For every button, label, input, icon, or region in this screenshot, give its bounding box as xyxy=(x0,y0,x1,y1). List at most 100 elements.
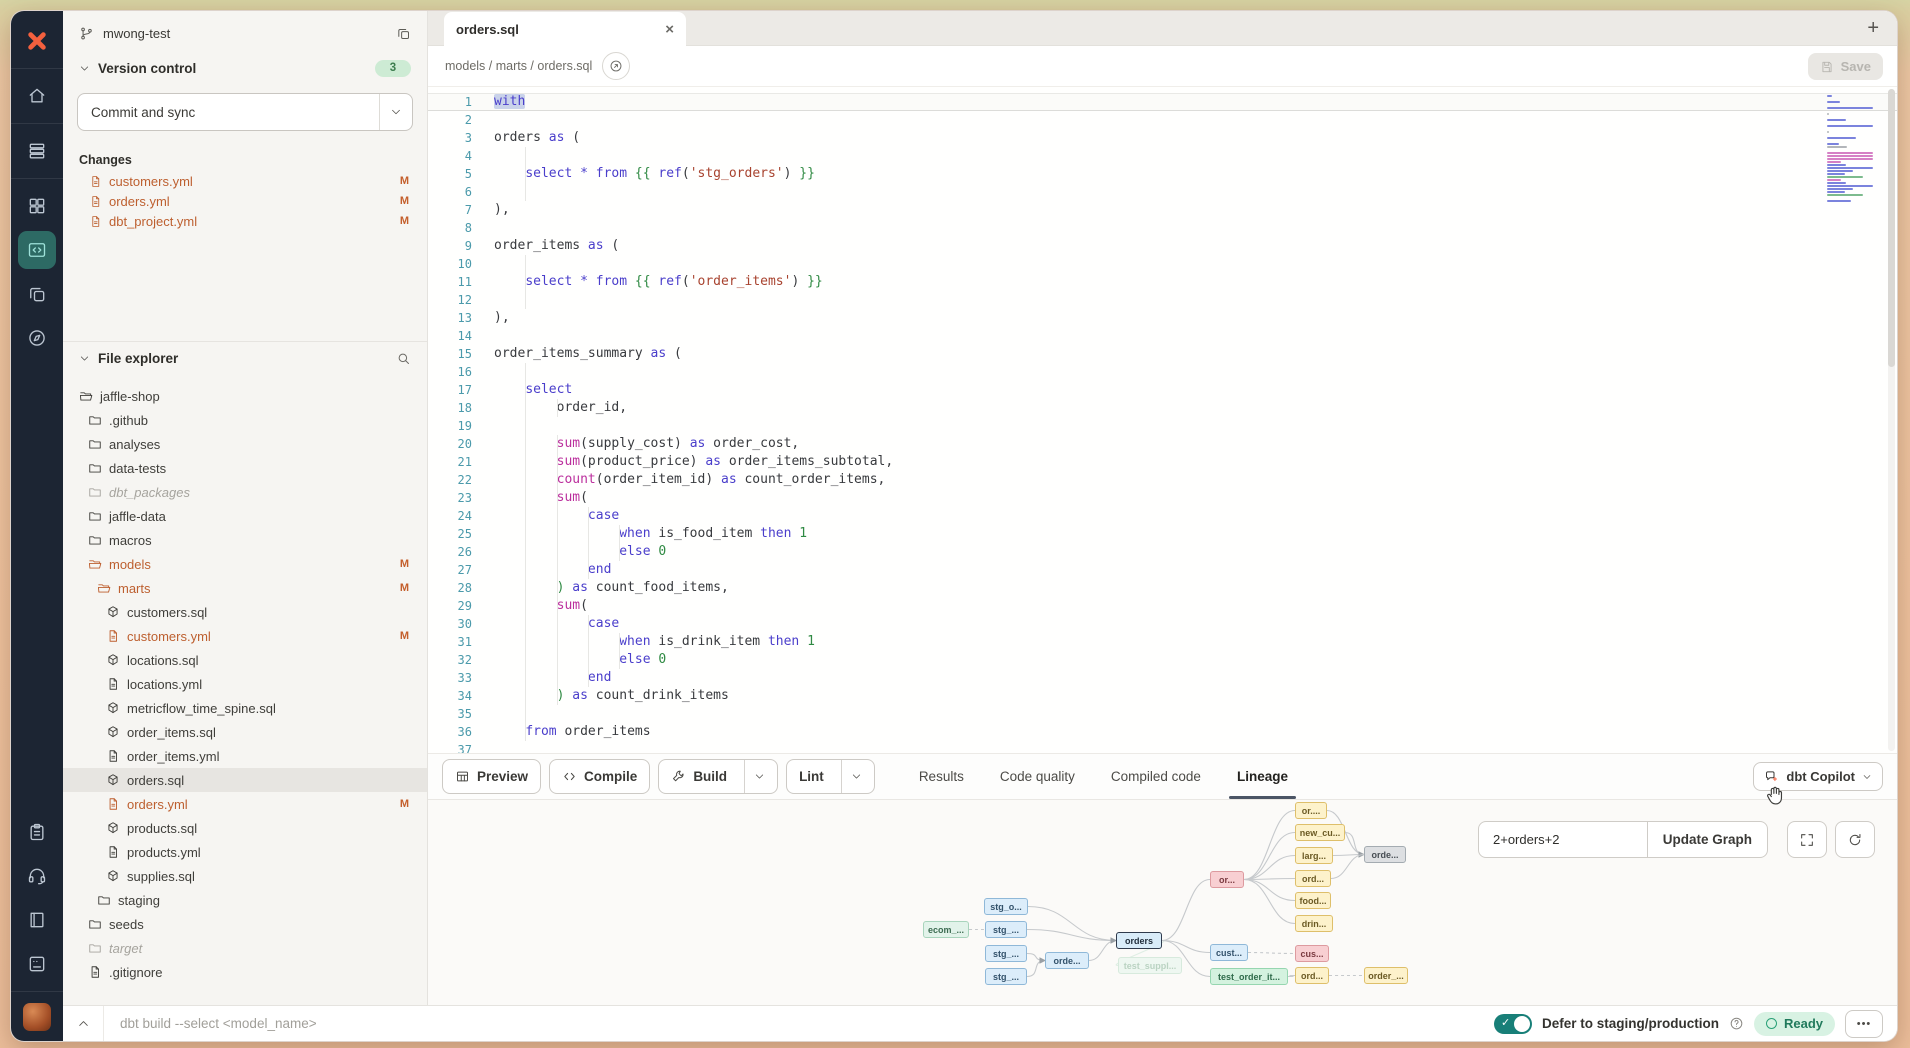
scrollbar-thumb[interactable] xyxy=(1888,89,1895,367)
version-control-header[interactable]: Version control 3 xyxy=(63,55,427,81)
rail-item-explore[interactable] xyxy=(18,319,56,357)
file-row-data-tests[interactable]: data-tests xyxy=(63,456,427,480)
user-avatar[interactable] xyxy=(23,1003,51,1031)
more-options-button[interactable]: ••• xyxy=(1845,1010,1883,1038)
lineage-node-ordeg[interactable]: orde... xyxy=(1364,846,1406,863)
changed-file-row[interactable]: customers.ymlM xyxy=(63,171,427,191)
file-label: jaffle-data xyxy=(109,509,166,524)
expand-command-bar-button[interactable] xyxy=(63,1006,104,1041)
file-row-supplies.sql[interactable]: supplies.sql xyxy=(63,864,427,888)
lint-dropdown[interactable] xyxy=(841,760,862,793)
build-dropdown[interactable] xyxy=(744,760,765,793)
lineage-node-ordeb[interactable]: orde... xyxy=(1045,952,1089,969)
lineage-node-stg1[interactable]: stg_o... xyxy=(984,898,1028,915)
file-row-locations.sql[interactable]: locations.sql xyxy=(63,648,427,672)
lineage-node-y1[interactable]: or.... xyxy=(1295,802,1327,819)
lineage-node-cusp[interactable]: cus... xyxy=(1295,945,1329,962)
file-row-order_items.sql[interactable]: order_items.sql xyxy=(63,720,427,744)
preview-button[interactable]: Preview xyxy=(442,759,541,794)
lineage-node-ordy[interactable]: ord... xyxy=(1295,967,1329,984)
compile-button[interactable]: Compile xyxy=(549,759,650,794)
tab-compiled-code[interactable]: Compiled code xyxy=(1111,754,1201,799)
rail-item-support[interactable] xyxy=(18,857,56,895)
minimap[interactable] xyxy=(1827,95,1881,206)
lineage-node-ordy2[interactable]: order_... xyxy=(1364,967,1408,984)
file-row-customers.sql[interactable]: customers.sql xyxy=(63,600,427,624)
file-row-jaffle-shop[interactable]: jaffle-shop xyxy=(63,384,427,408)
file-row-seeds[interactable]: seeds xyxy=(63,912,427,936)
code-editor[interactable]: 1with23orders as (45 select * from {{ re… xyxy=(428,86,1897,753)
update-graph-button[interactable]: Update Graph xyxy=(1647,822,1767,857)
rail-item-docs[interactable] xyxy=(18,901,56,939)
file-row-staging[interactable]: staging xyxy=(63,888,427,912)
command-input[interactable]: dbt build --select <model_name> xyxy=(104,1016,317,1031)
lineage-node-y6[interactable]: drin... xyxy=(1295,915,1333,932)
rail-item-dbt-logo[interactable] xyxy=(18,22,56,60)
lineage-panel[interactable]: ecom_...stg_o...stg_...stg_...stg_...ord… xyxy=(428,799,1897,1005)
rail-item-home[interactable] xyxy=(18,77,56,115)
defer-toggle[interactable]: ✓ xyxy=(1494,1014,1532,1034)
file-row-.github[interactable]: .github xyxy=(63,408,427,432)
rail-item-tasks[interactable] xyxy=(18,813,56,851)
lineage-node-stg2[interactable]: stg_... xyxy=(985,921,1027,938)
file-row-models[interactable]: modelsM xyxy=(63,552,427,576)
file-row-products.yml[interactable]: products.yml xyxy=(63,840,427,864)
lineage-node-stg3[interactable]: stg_... xyxy=(985,945,1027,962)
lineage-node-orp[interactable]: or... xyxy=(1210,871,1244,888)
changed-file-row[interactable]: dbt_project.ymlM xyxy=(63,211,427,231)
tab-code-quality[interactable]: Code quality xyxy=(1000,754,1075,799)
lineage-node-y4[interactable]: ord... xyxy=(1295,870,1331,887)
lineage-node-stg4[interactable]: stg_... xyxy=(985,968,1027,985)
lineage-node-orders[interactable]: orders xyxy=(1116,932,1162,949)
lineage-node-tord[interactable]: test_order_it... xyxy=(1210,968,1288,985)
file-row-.gitignore[interactable]: .gitignore xyxy=(63,960,427,984)
file-row-products.sql[interactable]: products.sql xyxy=(63,816,427,840)
lint-button[interactable]: Lint xyxy=(786,759,875,794)
file-row-metricflow_time_spine.sql[interactable]: metricflow_time_spine.sql xyxy=(63,696,427,720)
code-token xyxy=(494,724,525,739)
fullscreen-button[interactable] xyxy=(1787,821,1827,858)
rail-item-ide[interactable] xyxy=(18,231,56,269)
file-row-orders.sql[interactable]: orders.sql xyxy=(63,768,427,792)
rail-item-changelog[interactable] xyxy=(18,945,56,983)
file-row-dbt_packages[interactable]: dbt_packages xyxy=(63,480,427,504)
lineage-node-ghost[interactable]: test_suppl... xyxy=(1118,957,1182,974)
tab-results[interactable]: Results xyxy=(919,754,964,799)
rail-item-environments[interactable] xyxy=(18,132,56,170)
close-icon[interactable]: × xyxy=(665,22,674,37)
refresh-button[interactable] xyxy=(1835,821,1875,858)
lineage-node-y2[interactable]: new_cu... xyxy=(1295,824,1345,841)
commit-dropdown[interactable] xyxy=(379,94,412,130)
commit-and-sync-button[interactable]: Commit and sync xyxy=(77,93,413,131)
code-line-12: 12 xyxy=(428,291,1897,309)
rail-item-projects[interactable] xyxy=(18,275,56,313)
file-tab-orders-sql[interactable]: orders.sql × xyxy=(444,12,686,46)
file-row-macros[interactable]: macros xyxy=(63,528,427,552)
search-icon[interactable] xyxy=(396,351,411,366)
lineage-node-ecom[interactable]: ecom_... xyxy=(923,921,969,938)
code-token xyxy=(799,634,807,649)
rail-item-dashboard[interactable] xyxy=(18,187,56,225)
file-row-target[interactable]: target xyxy=(63,936,427,960)
help-icon[interactable] xyxy=(1729,1016,1744,1031)
editor-scrollbar[interactable] xyxy=(1888,89,1895,751)
file-row-jaffle-data[interactable]: jaffle-data xyxy=(63,504,427,528)
tab-lineage[interactable]: Lineage xyxy=(1237,754,1288,799)
file-row-analyses[interactable]: analyses xyxy=(63,432,427,456)
lineage-node-cust[interactable]: cust... xyxy=(1210,944,1248,961)
lineage-node-y3[interactable]: larg... xyxy=(1295,847,1333,864)
copy-icon[interactable] xyxy=(396,26,411,41)
save-button[interactable]: Save xyxy=(1808,53,1883,80)
file-row-orders.yml[interactable]: orders.ymlM xyxy=(63,792,427,816)
build-button[interactable]: Build xyxy=(658,759,778,794)
changed-file-row[interactable]: orders.ymlM xyxy=(63,191,427,211)
file-row-locations.yml[interactable]: locations.yml xyxy=(63,672,427,696)
file-row-order_items.yml[interactable]: order_items.yml xyxy=(63,744,427,768)
docs-link-button[interactable] xyxy=(602,52,630,80)
selector-input[interactable]: 2+orders+2 xyxy=(1479,822,1647,857)
new-tab-button[interactable]: + xyxy=(1867,18,1879,38)
file-row-marts[interactable]: martsM xyxy=(63,576,427,600)
file-row-customers.yml[interactable]: customers.ymlM xyxy=(63,624,427,648)
lineage-node-y5[interactable]: food... xyxy=(1295,892,1331,909)
file-explorer-header[interactable]: File explorer xyxy=(63,342,427,374)
